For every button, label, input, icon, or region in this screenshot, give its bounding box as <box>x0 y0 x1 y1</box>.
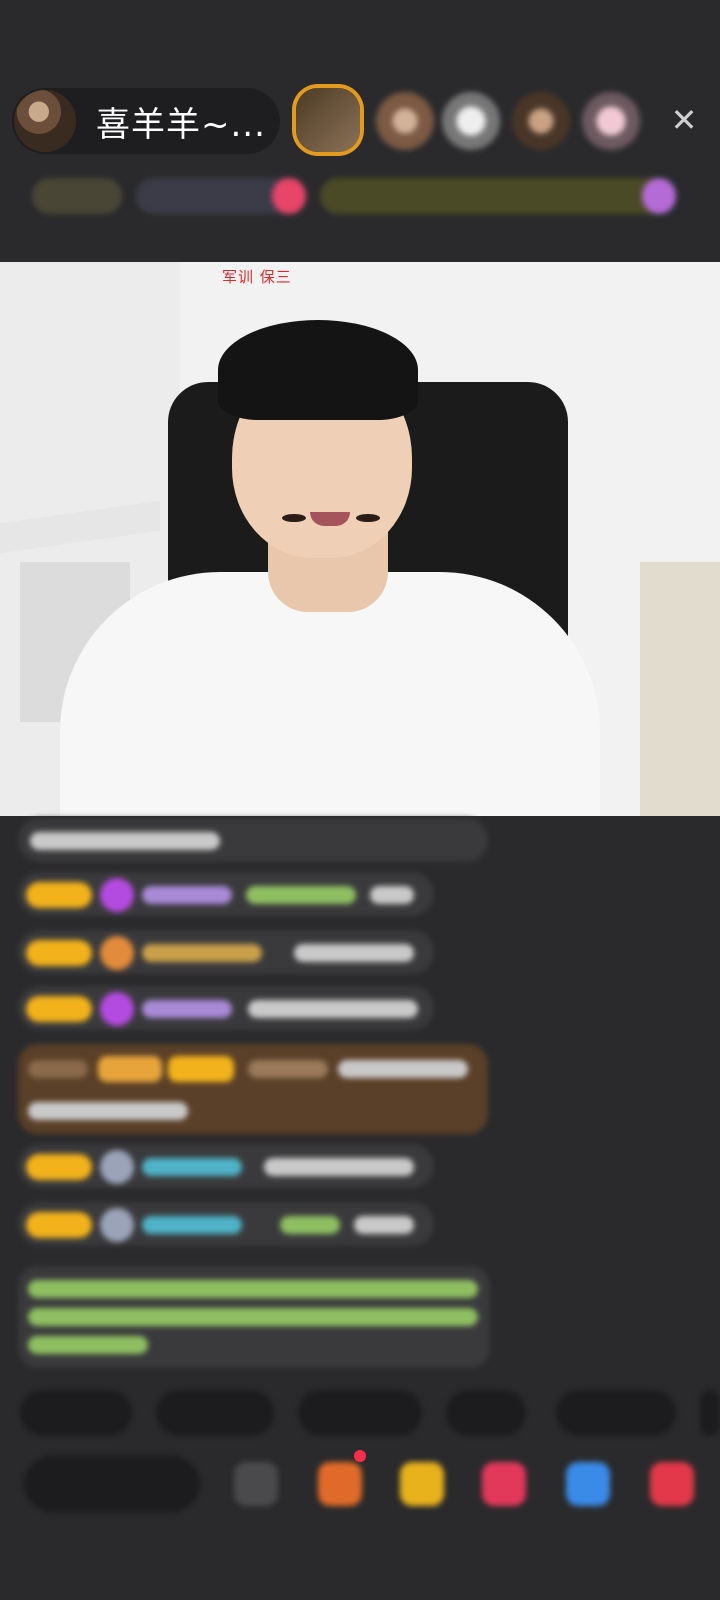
chat-message[interactable] <box>18 818 488 862</box>
emoji-icon[interactable] <box>234 1462 278 1506</box>
host-avatar[interactable] <box>14 90 76 152</box>
quick-reply-pill[interactable] <box>298 1390 422 1436</box>
chat-message[interactable] <box>18 872 434 916</box>
quick-reply-pill[interactable] <box>446 1390 526 1436</box>
rank-chip[interactable] <box>32 178 122 214</box>
stream-info-bar[interactable] <box>24 172 704 220</box>
quick-reply-pill[interactable] <box>20 1390 132 1436</box>
comment-input[interactable] <box>24 1456 200 1512</box>
streamer-eye <box>356 514 380 522</box>
close-icon[interactable]: ✕ <box>664 100 704 140</box>
host-profile-pill[interactable]: 喜羊羊~... <box>12 88 280 154</box>
system-notice <box>18 1266 490 1368</box>
shelf <box>640 562 720 816</box>
chat-message[interactable] <box>18 986 434 1030</box>
chat-message[interactable] <box>18 930 434 974</box>
game-icon[interactable] <box>566 1462 610 1506</box>
notification-dot <box>354 1450 366 1462</box>
gift-box-icon[interactable] <box>318 1462 362 1506</box>
more-icon[interactable] <box>650 1462 694 1506</box>
streamer-eye <box>282 514 306 522</box>
live-video[interactable] <box>0 262 720 816</box>
viewer-avatar[interactable] <box>582 92 640 150</box>
video-caption: 军训 保三 <box>222 268 292 286</box>
streamer-hair <box>218 320 418 420</box>
viewer-avatar[interactable] <box>512 92 570 150</box>
gift-message[interactable] <box>18 1044 488 1134</box>
quick-reply-pill[interactable] <box>156 1390 274 1436</box>
quick-reply-pill[interactable] <box>700 1390 720 1436</box>
viewer-avatar[interactable] <box>376 92 434 150</box>
host-name: 喜羊羊~... <box>96 104 266 145</box>
heart-icon[interactable] <box>272 178 306 214</box>
like-icon[interactable] <box>482 1462 526 1506</box>
viewer-avatar[interactable] <box>296 88 360 152</box>
viewer-avatar[interactable] <box>442 92 500 150</box>
gift-icon[interactable] <box>642 178 676 214</box>
announcement-chip[interactable] <box>320 178 670 214</box>
wallet-icon[interactable] <box>400 1462 444 1506</box>
chat-message[interactable] <box>18 1202 434 1246</box>
quick-reply-pill[interactable] <box>556 1390 676 1436</box>
chat-message[interactable] <box>18 1144 434 1188</box>
